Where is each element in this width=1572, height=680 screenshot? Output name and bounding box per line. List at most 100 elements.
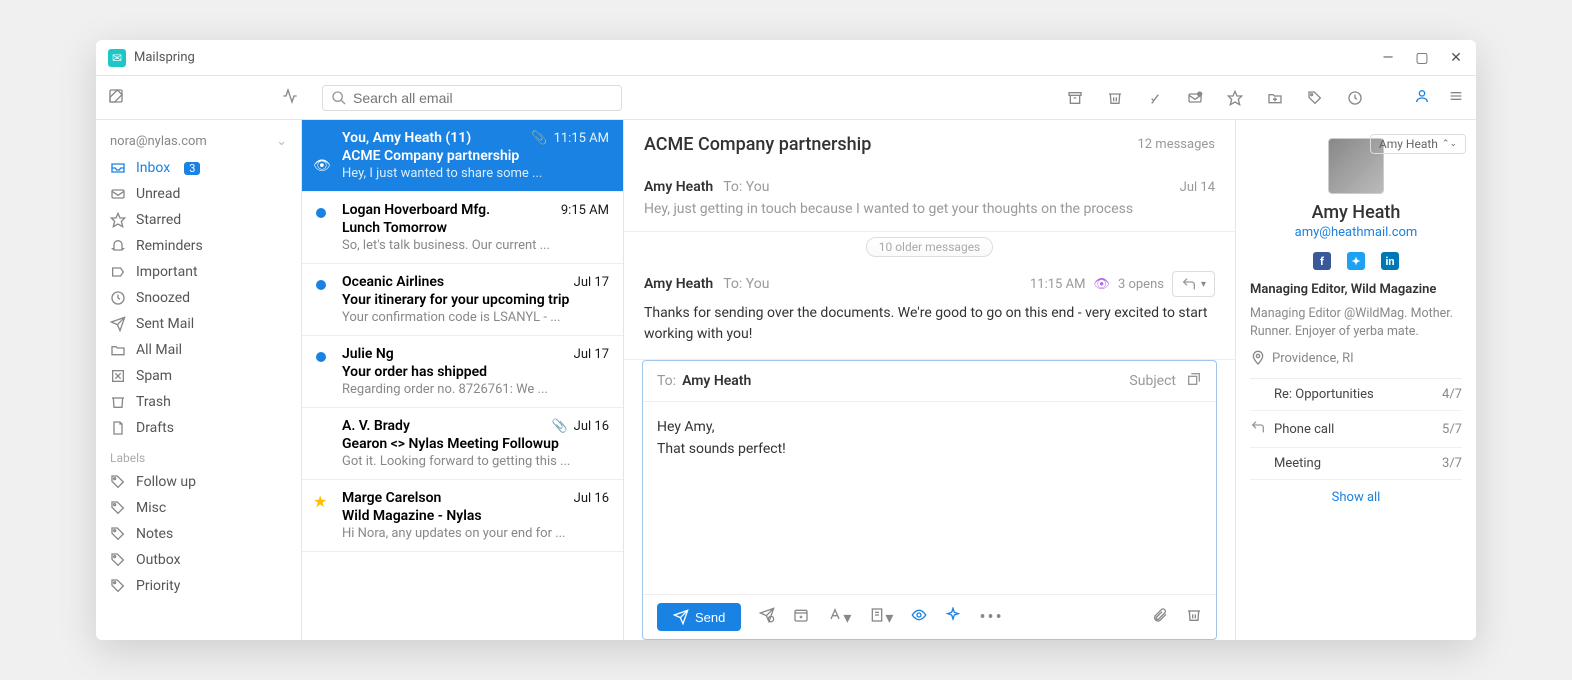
- star-icon[interactable]: [1226, 89, 1244, 107]
- sidebar-item-trash[interactable]: Trash: [96, 389, 301, 415]
- related-threads: Re: Opportunities4/7Phone call5/7Meeting…: [1250, 378, 1462, 480]
- account-icon[interactable]: [1414, 88, 1430, 108]
- toolbar-actions: [1066, 89, 1364, 107]
- templates-icon[interactable]: ▾: [869, 607, 893, 627]
- sidebar-item-drafts[interactable]: Drafts: [96, 415, 301, 441]
- search-icon: [331, 90, 347, 106]
- trash-icon[interactable]: [1106, 89, 1124, 107]
- sidebar-item-starred[interactable]: Starred: [96, 207, 301, 233]
- tracking-icon[interactable]: [911, 607, 927, 627]
- message-row[interactable]: ★Marge CarelsonJul 16Wild Magazine - Nyl…: [302, 480, 623, 552]
- profile-pane: Amy Heath⌃⌄ Amy Heath amy@heathmail.com …: [1236, 120, 1476, 640]
- snooze-icon[interactable]: [1346, 89, 1364, 107]
- thread-message-collapsed[interactable]: Amy Heath To: You Jul 14 Hey, just getti…: [624, 169, 1235, 232]
- format-icon[interactable]: ▾: [827, 607, 851, 627]
- label-item-notes[interactable]: Notes: [96, 521, 301, 547]
- related-label: Meeting: [1274, 456, 1442, 471]
- popout-icon[interactable]: [1186, 371, 1202, 391]
- opens-count: 3 opens: [1118, 277, 1164, 292]
- compose-body[interactable]: Hey Amy, That sounds perfect!: [643, 402, 1216, 594]
- label-item-follow-up[interactable]: Follow up: [96, 469, 301, 495]
- show-all-link[interactable]: Show all: [1250, 480, 1462, 505]
- send-button[interactable]: Send: [657, 603, 741, 631]
- sidebar-item-label: Starred: [136, 212, 181, 228]
- related-label: Phone call: [1274, 422, 1442, 437]
- sidebar-item-label: Drafts: [136, 420, 174, 436]
- move-folder-icon[interactable]: [1266, 89, 1284, 107]
- profile-email[interactable]: amy@heathmail.com: [1250, 225, 1462, 240]
- tag-icon: [110, 474, 126, 490]
- label-item-outbox[interactable]: Outbox: [96, 547, 301, 573]
- label-item-priority[interactable]: Priority: [96, 573, 301, 599]
- account-selector[interactable]: nora@nylas.com ⌄: [96, 128, 301, 155]
- opens-eye-icon: 👁: [1093, 277, 1110, 292]
- compose-toolbar: Send ▾ ▾ •••: [643, 594, 1216, 639]
- older-messages-bar[interactable]: 10 older messages: [624, 232, 1235, 261]
- compose-icon[interactable]: [108, 88, 132, 108]
- eye-icon: 👁: [313, 158, 331, 174]
- inbox-icon: [110, 160, 126, 176]
- message-row[interactable]: Logan Hoverboard Mfg.9:15 AMLunch Tomorr…: [302, 192, 623, 264]
- label-text: Follow up: [136, 474, 196, 490]
- minimize-button[interactable]: —: [1380, 50, 1396, 66]
- search-field[interactable]: [322, 85, 622, 111]
- older-messages-pill[interactable]: 10 older messages: [866, 237, 994, 257]
- schedule-icon[interactable]: [793, 607, 809, 627]
- link-tracking-icon[interactable]: [945, 607, 961, 627]
- attach-icon[interactable]: [1152, 607, 1168, 627]
- related-thread-row[interactable]: Re: Opportunities4/7: [1250, 379, 1462, 411]
- thread-count: 12 messages: [1137, 137, 1215, 152]
- discard-icon[interactable]: [1186, 607, 1202, 627]
- star-icon[interactable]: ★: [313, 492, 327, 511]
- titlebar: ✉ Mailspring — ▢ ✕: [96, 40, 1476, 76]
- linkedin-icon[interactable]: in: [1381, 252, 1399, 270]
- message-row[interactable]: Oceanic AirlinesJul 17Your itinerary for…: [302, 264, 623, 336]
- unread-dot: [316, 208, 326, 218]
- sidebar-item-all-mail[interactable]: All Mail: [96, 337, 301, 363]
- sidebar-item-reminders[interactable]: Reminders: [96, 233, 301, 259]
- sidebar-item-sent-mail[interactable]: Sent Mail: [96, 311, 301, 337]
- message-from: You, Amy Heath (11): [342, 130, 471, 146]
- message-subject: Gearon <> Nylas Meeting Followup: [342, 436, 609, 452]
- sidebar-item-important[interactable]: Important: [96, 259, 301, 285]
- menu-icon[interactable]: [1448, 88, 1464, 108]
- mail-icon: [110, 186, 126, 202]
- message-time: Jul 17: [574, 347, 609, 362]
- message-preview: So, let's talk business. Our current ...: [342, 238, 609, 253]
- profile-selector[interactable]: Amy Heath⌃⌄: [1370, 134, 1466, 154]
- more-icon[interactable]: •••: [979, 607, 1003, 628]
- message-row[interactable]: Julie NgJul 17Your order has shippedRega…: [302, 336, 623, 408]
- message-from: Amy Heath: [644, 179, 713, 195]
- compose-to-row[interactable]: To: Amy Heath Subject: [643, 361, 1216, 402]
- archive-icon[interactable]: [1066, 89, 1084, 107]
- send-later-icon[interactable]: [759, 607, 775, 627]
- toolbar: [96, 76, 1476, 120]
- message-subject: Wild Magazine - Nylas: [342, 508, 609, 524]
- sidebar-item-inbox[interactable]: Inbox3: [96, 155, 301, 181]
- close-button[interactable]: ✕: [1448, 50, 1464, 66]
- subject-label[interactable]: Subject: [1129, 373, 1176, 389]
- related-thread-row[interactable]: Meeting3/7: [1250, 448, 1462, 480]
- sidebar-item-spam[interactable]: Spam: [96, 363, 301, 389]
- sidebar-item-unread[interactable]: Unread: [96, 181, 301, 207]
- maximize-button[interactable]: ▢: [1414, 50, 1430, 66]
- related-thread-row[interactable]: Phone call5/7: [1250, 411, 1462, 448]
- unread-dot: [316, 280, 326, 290]
- sidebar-item-label: Spam: [136, 368, 172, 384]
- sidebar-item-snoozed[interactable]: Snoozed: [96, 285, 301, 311]
- label-icon[interactable]: [1306, 89, 1324, 107]
- label-item-misc[interactable]: Misc: [96, 495, 301, 521]
- related-fraction: 4/7: [1442, 387, 1462, 402]
- message-row[interactable]: 👁You, Amy Heath (11)📎11:15 AMACME Compan…: [302, 120, 623, 192]
- compose-line: Hey Amy,: [657, 416, 1202, 438]
- unread-icon[interactable]: [1186, 89, 1204, 107]
- search-input[interactable]: [353, 90, 613, 106]
- spam-icon[interactable]: [1146, 89, 1164, 107]
- facebook-icon[interactable]: f: [1313, 252, 1331, 270]
- related-icon: [1250, 419, 1268, 439]
- twitter-icon[interactable]: ✦: [1347, 252, 1365, 270]
- reply-button[interactable]: ▾: [1172, 271, 1215, 297]
- label-text: Misc: [136, 500, 166, 516]
- activity-icon[interactable]: [282, 88, 306, 108]
- message-row[interactable]: A. V. Brady📎Jul 16Gearon <> Nylas Meetin…: [302, 408, 623, 480]
